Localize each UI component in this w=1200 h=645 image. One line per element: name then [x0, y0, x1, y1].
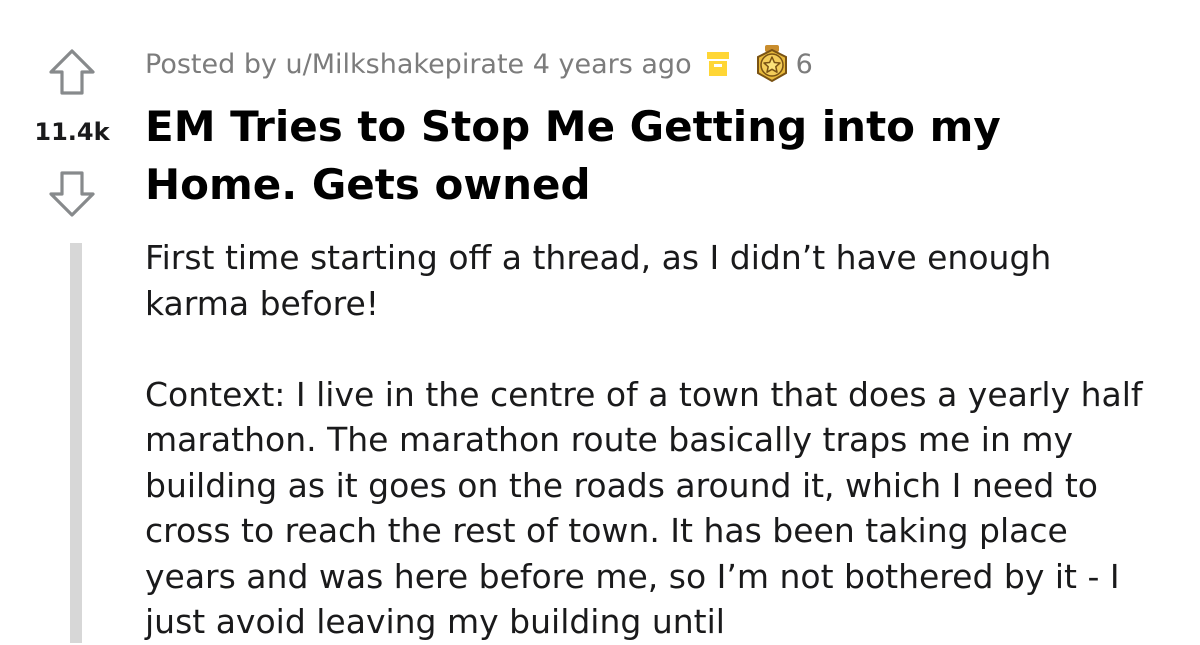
post-title[interactable]: EM Tries to Stop Me Getting into my Home…	[145, 98, 1145, 214]
award-medal-icon[interactable]	[752, 44, 792, 84]
vote-score: 11.4k	[34, 118, 110, 146]
award-count: 6	[795, 48, 813, 80]
archived-box-icon	[706, 51, 730, 77]
body-paragraph: First time starting off a thread, as I d…	[145, 238, 1052, 323]
posted-by-text[interactable]: Posted by u/Milkshakepirate 4 years ago	[145, 49, 692, 80]
body-paragraph: Context: I live in the centre of a town …	[145, 374, 1143, 642]
post-body: First time starting off a thread, as I d…	[145, 235, 1145, 645]
thread-collapse-line[interactable]	[70, 243, 82, 643]
downvote-arrow-icon	[49, 171, 95, 217]
post-meta: Posted by u/Milkshakepirate 4 years ago …	[145, 44, 813, 84]
downvote-button[interactable]	[47, 170, 97, 218]
vote-column: 11.4k	[0, 0, 145, 643]
upvote-arrow-icon	[49, 49, 95, 95]
upvote-button[interactable]	[47, 48, 97, 96]
